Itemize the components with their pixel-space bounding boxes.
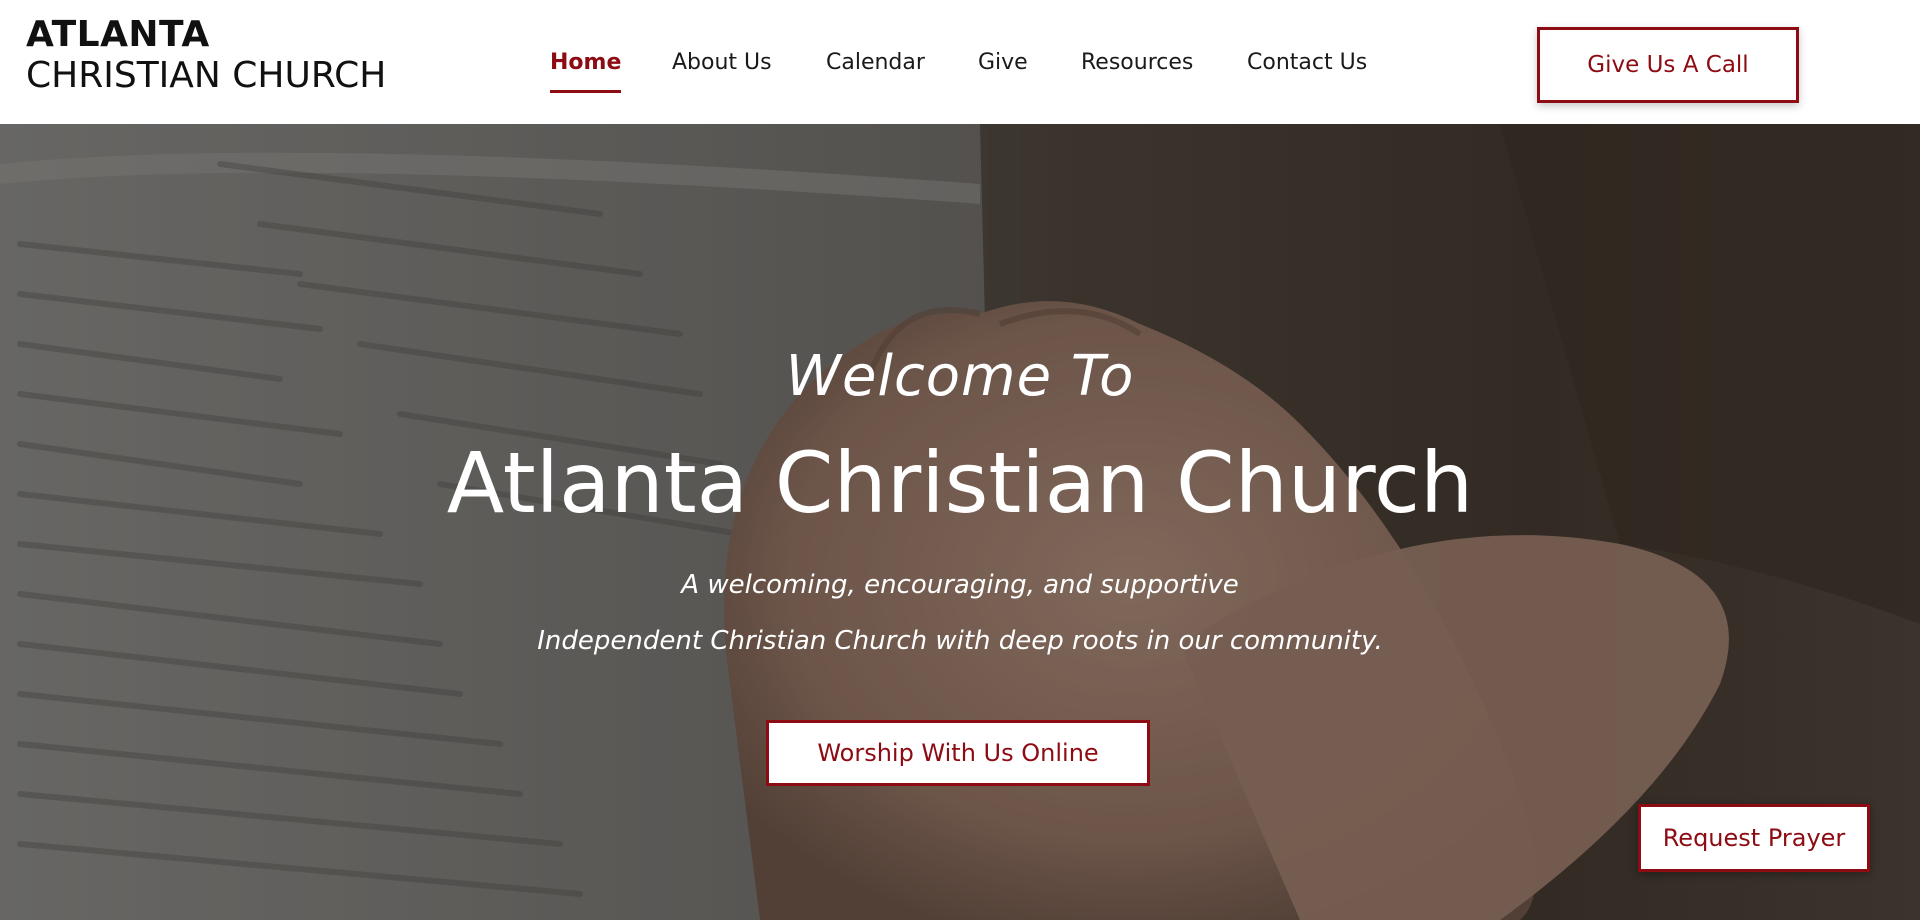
nav-resources[interactable]: Resources [1081,50,1193,75]
site-header: ATLANTA CHRISTIAN CHURCH Home About Us C… [0,0,1920,124]
logo-line-2: CHRISTIAN CHURCH [26,55,387,96]
nav-about-us[interactable]: About Us [672,50,772,75]
nav-give[interactable]: Give [978,50,1028,75]
nav-home-label: Home [550,50,622,75]
hero-title: Atlanta Christian Church [446,434,1474,532]
give-us-a-call-button[interactable]: Give Us A Call [1537,27,1799,103]
site-logo[interactable]: ATLANTA CHRISTIAN CHURCH [26,14,386,96]
nav-calendar[interactable]: Calendar [826,50,925,75]
request-prayer-button[interactable]: Request Prayer [1638,804,1870,872]
nav-home[interactable]: Home [550,50,622,93]
hero-welcome-text: Welcome To [785,344,1135,409]
hero-tagline-line-1: A welcoming, encouraging, and supportive [681,570,1239,600]
hero-content: Welcome To Atlanta Christian Church A we… [0,124,1920,920]
nav-active-underline [550,90,622,93]
nav-contact-us[interactable]: Contact Us [1247,50,1367,75]
logo-line-1: ATLANTA [26,14,210,55]
worship-online-button[interactable]: Worship With Us Online [766,720,1150,786]
hero-tagline-line-2: Independent Christian Church with deep r… [537,626,1383,656]
hero-section: Welcome To Atlanta Christian Church A we… [0,124,1920,920]
